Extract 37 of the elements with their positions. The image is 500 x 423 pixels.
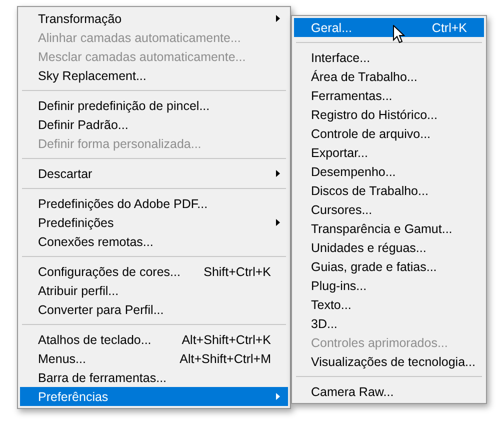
menu-item[interactable]: Visualizações de tecnologia... <box>294 352 484 371</box>
menu-item[interactable]: Predefinições <box>20 213 288 232</box>
submenu-arrow-icon <box>276 393 280 400</box>
submenu-arrow-icon <box>276 170 280 177</box>
menu-item[interactable]: Atalhos de teclado... Alt+Shift+Ctrl+K <box>20 330 288 349</box>
menu-item[interactable]: Cursores... <box>294 200 484 219</box>
menu-item[interactable]: Definir Padrão... <box>20 115 288 134</box>
menu-item[interactable]: Exportar... <box>294 143 484 162</box>
menu-item[interactable]: Texto... <box>294 295 484 314</box>
menu-item[interactable]: 3D... <box>294 314 484 333</box>
menu-item[interactable]: Converter para Perfil... <box>20 300 288 319</box>
menu-item[interactable]: Menus... Alt+Shift+Ctrl+M <box>20 349 288 368</box>
menu-item[interactable]: Conexões remotas... <box>20 232 288 251</box>
menu-item[interactable]: Ferramentas... <box>294 86 484 105</box>
menu-item[interactable]: Atribuir perfil... <box>20 281 288 300</box>
menu-item[interactable]: Unidades e réguas... <box>294 238 484 257</box>
menu-item[interactable]: Camera Raw... <box>294 382 484 401</box>
menu-item[interactable]: Barra de ferramentas... <box>20 368 288 387</box>
menu-item[interactable]: Sky Replacement... <box>20 66 288 85</box>
menu-item[interactable]: Plug-ins... <box>294 276 484 295</box>
menu-item[interactable]: Interface... <box>294 48 484 67</box>
menu-item[interactable]: Transformação <box>20 9 288 28</box>
submenu-arrow-icon <box>276 219 280 226</box>
mouse-cursor-icon <box>393 25 405 44</box>
submenu-arrow-icon <box>276 15 280 22</box>
menu-item[interactable]: Discos de Trabalho... <box>294 181 484 200</box>
menu-item[interactable]: Descartar <box>20 164 288 183</box>
menu-item[interactable]: Transparência e Gamut... <box>294 219 484 238</box>
menu-item[interactable]: Desempenho... <box>294 162 484 181</box>
menu-item[interactable]: Controle de arquivo... <box>294 124 484 143</box>
menu-item[interactable]: Definir predefinição de pincel... <box>20 96 288 115</box>
menu-item[interactable]: Predefinições do Adobe PDF... <box>20 194 288 213</box>
menu-item[interactable]: Guias, grade e fatias... <box>294 257 484 276</box>
menu-item[interactable]: Área de Trabalho... <box>294 67 484 86</box>
menu-item[interactable]: Preferências <box>20 387 288 406</box>
menu-item[interactable]: Registro do Histórico... <box>294 105 484 124</box>
menu-item[interactable]: Configurações de cores... Shift+Ctrl+K <box>20 262 288 281</box>
